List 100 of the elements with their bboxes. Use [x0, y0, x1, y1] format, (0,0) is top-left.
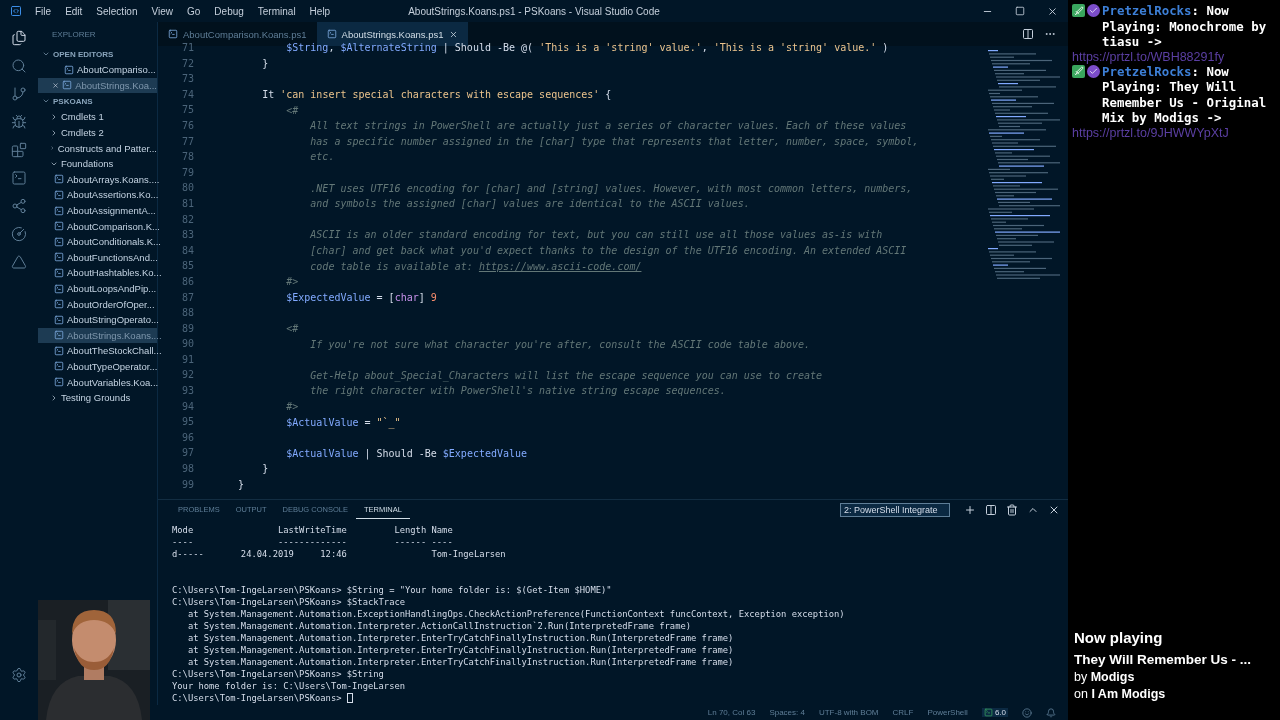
status-item[interactable]: PowerShell	[927, 708, 968, 717]
trash-icon[interactable]	[1006, 504, 1018, 516]
line-number: 89	[181, 321, 194, 336]
settings-icon[interactable]	[11, 667, 27, 683]
split-icon[interactable]	[985, 504, 997, 516]
status-item[interactable]: Ln 70, Col 63	[707, 708, 756, 717]
terminal-line: C:\Users\Tom-IngeLarsen\PSKoans>	[172, 692, 343, 704]
menu-item[interactable]: Edit	[58, 5, 90, 17]
open-editor-item[interactable]: AboutStrings.Koa...	[38, 77, 157, 94]
code-line: }	[261, 57, 269, 69]
tree-item[interactable]: AboutVariables.Koa...	[38, 374, 157, 390]
folder-item[interactable]: Foundations	[38, 155, 157, 172]
folder-item[interactable]: Cmdlets 1	[38, 109, 157, 125]
feedback-icon[interactable]	[1022, 707, 1032, 718]
triangle-icon[interactable]	[11, 254, 27, 270]
tree-item[interactable]: AboutOrderOfOper...	[38, 296, 157, 312]
menu-item[interactable]: Help	[302, 5, 338, 17]
powershell-file-icon	[54, 330, 64, 341]
menu-item[interactable]: Selection	[89, 5, 145, 17]
share-icon[interactable]	[11, 198, 27, 214]
line-number: 94	[181, 399, 194, 414]
code-line: ASCII is an older standard encoding for text, but you can still use all those values as-is with	[309, 229, 883, 241]
terminal-line: C:\Users\Tom-IngeLarsen\PSKoans> $String	[172, 668, 384, 680]
line-number: 86	[181, 274, 194, 289]
source-control-icon[interactable]	[11, 86, 27, 102]
terminal-line: at System.Management.Automation.Interpreter.EnterTryCatchFinallyInstruction.Run(InterpretedFrame frame)	[186, 644, 734, 656]
line-number: 95	[181, 415, 194, 430]
powershell-file-icon	[54, 345, 64, 356]
tree-item[interactable]: AboutStringOperato...	[38, 311, 157, 328]
verified-badge-icon	[1087, 4, 1100, 17]
bell-icon[interactable]	[1046, 707, 1056, 718]
tree-item[interactable]: AboutAssignmentA...	[38, 202, 157, 219]
code-line: All text strings in PowerShell are actually just a series of character values. Each of these values	[309, 120, 907, 132]
status-item[interactable]: Spaces: 4	[769, 708, 805, 717]
app-logo-icon	[10, 5, 22, 17]
powershell-file-icon	[326, 29, 337, 39]
line-number: 73	[181, 72, 194, 87]
now-playing-heading: Now playing	[1074, 629, 1164, 646]
tree-item[interactable]: AboutTypeOperator...	[38, 358, 157, 375]
extensions-icon[interactable]	[11, 142, 27, 158]
powershell-file-icon	[64, 64, 74, 75]
line-number: 91	[181, 352, 194, 367]
explorer-icon[interactable]	[11, 30, 27, 46]
tree-item[interactable]: AboutLoopsAndPip...	[38, 280, 157, 297]
terminal-line: Your home folder is: C:\Users\Tom-IngeLarsen	[172, 680, 406, 692]
close-icon[interactable]	[1048, 504, 1060, 516]
code-line: <#	[285, 323, 299, 334]
code-line: .NET uses UTF16 encoding for [char] and [string] values. However, with most common letters, numbers,	[309, 182, 913, 194]
section-header[interactable]: OPEN EDITORS	[38, 46, 157, 62]
split-editor-icon[interactable]	[1022, 28, 1034, 40]
verified-badge-icon	[1087, 64, 1100, 78]
close-icon[interactable]	[1047, 5, 1058, 17]
powershell-file-icon	[54, 299, 64, 310]
section-header[interactable]: PSKOANS	[38, 93, 157, 110]
line-number: 83	[181, 228, 194, 243]
tree-item[interactable]: AboutArrays.Koans....	[38, 171, 157, 188]
version-badge[interactable]: 6.0	[981, 708, 1008, 717]
close-icon[interactable]	[448, 29, 458, 39]
folder-item[interactable]: Constructs and Patter...	[38, 140, 157, 156]
menu-item[interactable]: Debug	[207, 5, 251, 17]
maximize-icon[interactable]	[1015, 5, 1025, 16]
line-number: 88	[181, 306, 194, 321]
powershell-file-icon	[54, 314, 64, 325]
code-line: $ActualValue | Should -Be $ExpectedValue	[285, 447, 528, 459]
search-icon[interactable]	[11, 58, 27, 74]
line-number: 75	[181, 103, 194, 118]
status-item[interactable]: CRLF	[892, 708, 914, 717]
menu-item[interactable]: Terminal	[250, 5, 303, 17]
folder-item[interactable]: Testing Grounds	[38, 389, 157, 406]
track-album: on I Am Modigs	[1074, 687, 1167, 701]
line-number: 96	[181, 430, 194, 445]
menu-item[interactable]: View	[144, 5, 180, 17]
terminal-select[interactable]: 2: PowerShell Integrate	[840, 503, 950, 517]
menu-item[interactable]: Go	[180, 5, 208, 17]
line-number: 93	[181, 384, 194, 399]
tree-item[interactable]: AboutFunctionsAnd...	[38, 249, 157, 266]
code-line: }	[261, 463, 269, 475]
powershell-file-icon	[54, 205, 64, 216]
line-number: 72	[181, 56, 194, 71]
folder-item[interactable]: Cmdlets 2	[38, 124, 157, 141]
powershell-file-icon	[54, 221, 64, 232]
add-icon[interactable]	[964, 504, 976, 516]
terminal-line: at System.Management.Automation.Interpreter.ActionCallInstruction`2.Run(InterpretedFrame frame)	[186, 620, 692, 632]
line-number: 77	[181, 134, 194, 149]
debug-icon[interactable]	[11, 114, 27, 130]
terminal-line: at System.Management.Automation.ExceptionHandlingOps.CheckActionPreference(FunctionContext funcContext, Exception exception)	[186, 608, 845, 620]
sword-badge-icon	[1072, 4, 1085, 17]
code-line: It 'can insert special characters with escape sequences' {	[261, 89, 612, 101]
code-line: Get-Help about_Special_Characters will list the escape sequence you can use to create	[309, 369, 823, 381]
tree-item[interactable]: AboutComparison.K...	[38, 218, 157, 234]
menu-item[interactable]: File	[28, 5, 59, 17]
terminal-icon[interactable]	[11, 170, 27, 186]
powershell-file-icon	[168, 29, 178, 39]
code-line: <#	[285, 104, 299, 116]
tree-item[interactable]: AboutAssertions.Ko...	[38, 187, 157, 203]
line-number: 97	[181, 446, 194, 461]
gauge-icon[interactable]	[11, 226, 27, 242]
status-item[interactable]: UTF-8 with BOM	[818, 708, 879, 717]
open-editor-item[interactable]: AboutCompariso...	[38, 62, 157, 78]
sword-badge-icon	[1072, 64, 1085, 78]
